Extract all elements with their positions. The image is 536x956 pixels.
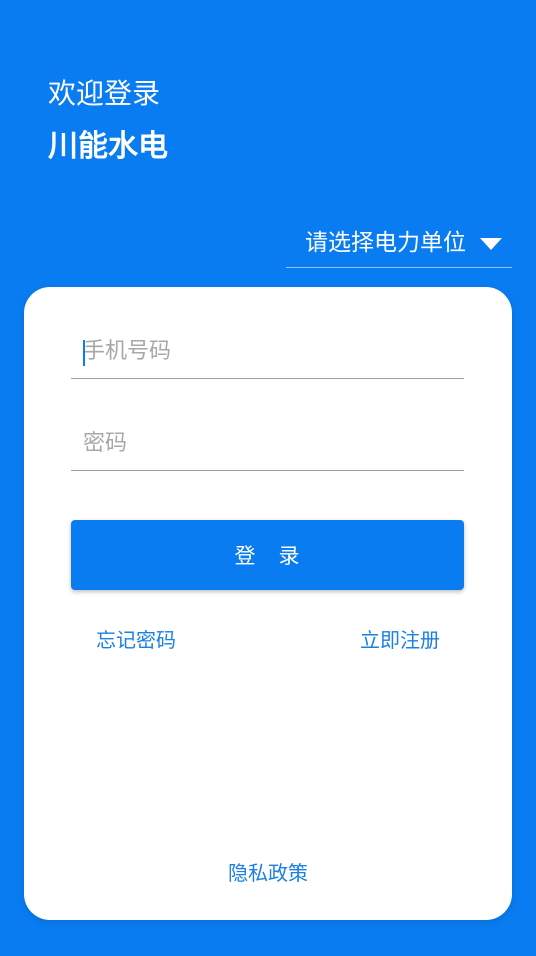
phone-field-container xyxy=(71,325,464,379)
forgot-password-link[interactable]: 忘记密码 xyxy=(96,626,176,654)
password-field-container xyxy=(71,417,464,471)
caret-down-icon xyxy=(480,237,502,250)
privacy-policy-link[interactable]: 隐私政策 xyxy=(24,859,512,887)
login-button[interactable]: 登 录 xyxy=(71,520,464,590)
text-cursor xyxy=(83,340,85,366)
login-card: 登 录 忘记密码 立即注册 隐私政策 xyxy=(24,287,512,920)
register-link[interactable]: 立即注册 xyxy=(360,626,440,654)
phone-input[interactable] xyxy=(71,325,464,378)
password-input[interactable] xyxy=(71,417,464,470)
company-name: 川能水电 xyxy=(48,129,168,164)
power-unit-select[interactable]: 请选择电力单位 xyxy=(286,218,512,268)
power-unit-select-label: 请选择电力单位 xyxy=(305,229,466,256)
welcome-title: 欢迎登录 xyxy=(48,77,161,110)
